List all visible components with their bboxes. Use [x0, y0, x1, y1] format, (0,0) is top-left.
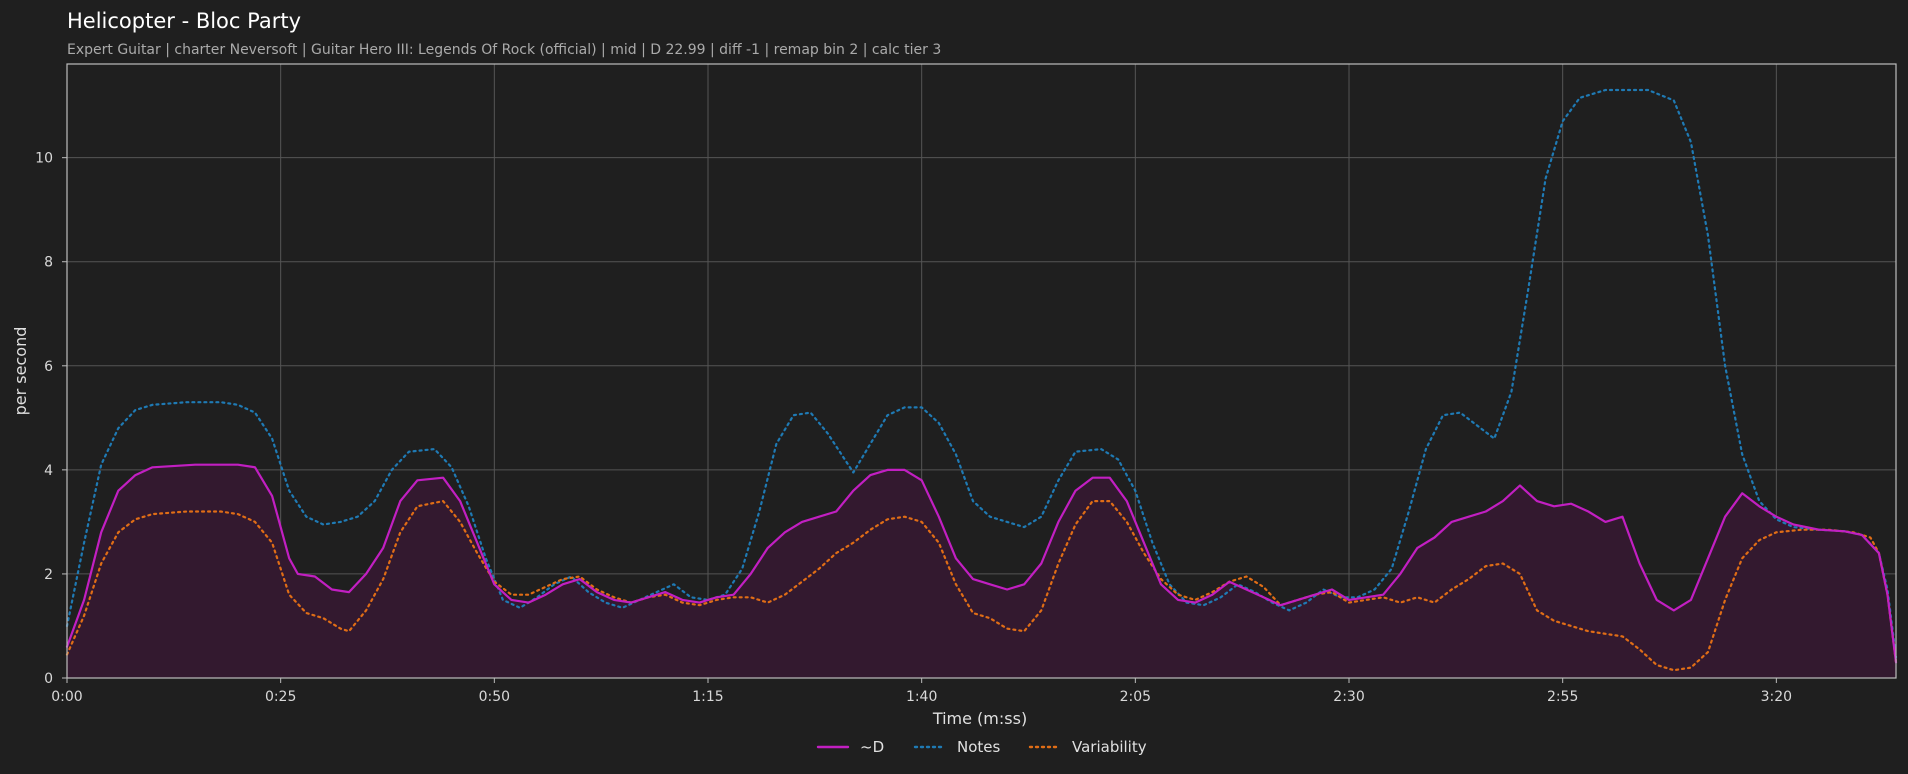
x-tick-label: 2:30 — [1333, 689, 1364, 705]
x-tick-label: 3:20 — [1761, 689, 1792, 705]
x-tick-label: 2:55 — [1547, 689, 1578, 705]
x-tick-label: 0:00 — [51, 689, 82, 705]
y-tick-label: 6 — [44, 359, 53, 375]
x-tick-label: 0:25 — [265, 689, 296, 705]
y-axis-ticks: 0 2 4 6 8 10 — [35, 151, 67, 687]
chart-title: Helicopter - Bloc Party — [67, 9, 301, 33]
y-tick-label: 0 — [44, 671, 53, 687]
x-tick-label: 2:05 — [1120, 689, 1151, 705]
chart: Helicopter - Bloc Party Expert Guitar | … — [0, 0, 1908, 774]
legend-label: ~D — [860, 738, 884, 756]
y-tick-label: 4 — [44, 463, 53, 479]
x-tick-label: 1:40 — [906, 689, 937, 705]
x-axis-ticks: 0:00 0:25 0:50 1:15 1:40 2:05 2:30 2:55 3:20 — [51, 678, 1792, 705]
x-tick-label: 1:15 — [692, 689, 723, 705]
chart-svg: Helicopter - Bloc Party Expert Guitar | … — [11, 9, 1898, 756]
y-axis-label: per second — [11, 327, 30, 416]
y-tick-label: 10 — [35, 151, 53, 167]
y-tick-label: 8 — [44, 255, 53, 271]
x-axis-label: Time (m:ss) — [932, 709, 1027, 728]
legend: ~D Notes Variability — [816, 738, 1147, 756]
d-area-fill — [67, 464, 1896, 678]
legend-label: Notes — [957, 738, 1001, 756]
chart-subtitle: Expert Guitar | charter Neversoft | Guit… — [67, 42, 941, 58]
x-tick-label: 0:50 — [479, 689, 510, 705]
y-tick-label: 2 — [44, 567, 53, 583]
legend-label: Variability — [1072, 738, 1147, 756]
